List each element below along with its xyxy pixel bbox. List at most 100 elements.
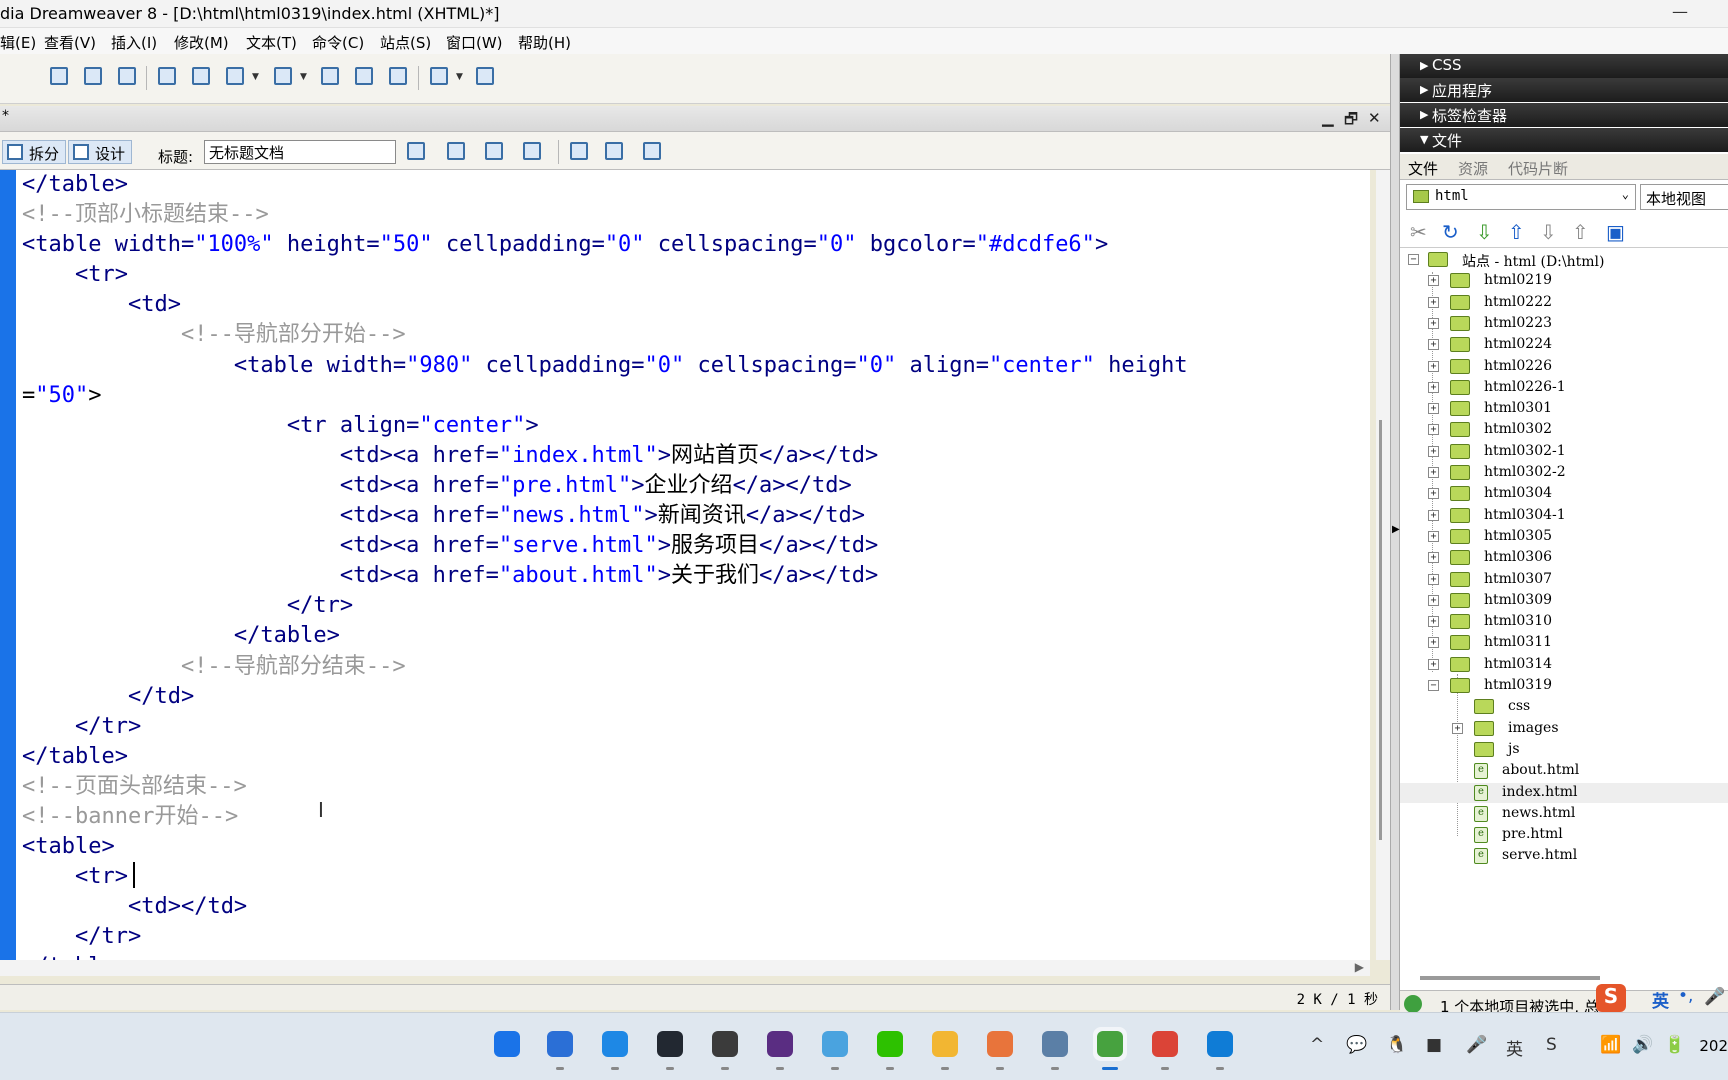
expand-plus-icon[interactable]: +	[1428, 658, 1439, 670]
file-tree-file[interactable]: e pre.html	[1400, 825, 1728, 845]
sogou-tray-icon[interactable]: S	[1546, 1035, 1557, 1055]
editor-horizontal-scrollbar[interactable]: ▶	[0, 960, 1370, 976]
code-line[interactable]: <td><a href="index.html">网站首页</a></td>	[22, 441, 1362, 471]
expand-plus-icon[interactable]: +	[1428, 317, 1439, 329]
menu-view[interactable]: 查看(V)	[44, 32, 96, 53]
expand-panel-icon[interactable]: ▣	[1606, 220, 1625, 244]
expand-plus-icon[interactable]: +	[1428, 509, 1439, 521]
media-dropdown-icon[interactable]: ▼	[300, 72, 307, 82]
menu-modify[interactable]: 修改(M)	[174, 32, 229, 53]
file-tree-folder[interactable]: + images	[1400, 719, 1728, 739]
expand-plus-icon[interactable]: +	[1452, 722, 1463, 734]
file-tree-folder[interactable]: + html0302-2	[1400, 463, 1728, 483]
recorder-tray-icon[interactable]: ■	[1426, 1035, 1442, 1055]
taskbar-copilot-icon[interactable]	[543, 1027, 577, 1070]
taskbar-screenshot-icon[interactable]	[1038, 1027, 1072, 1070]
code-line[interactable]: <table width="100%" height="50" cellpadd…	[22, 230, 1362, 260]
code-line[interactable]: <!--页面头部结束-->	[22, 772, 1362, 802]
media-icon[interactable]	[271, 64, 295, 88]
validate-icon[interactable]	[404, 139, 428, 163]
image-dropdown-icon[interactable]: ▼	[252, 72, 259, 82]
window-minimize-button[interactable]: —	[1672, 2, 1688, 21]
file-tree-folder[interactable]: css	[1400, 697, 1728, 717]
file-tree-file[interactable]: e news.html	[1400, 804, 1728, 824]
tab-assets[interactable]: 资源	[1458, 158, 1488, 179]
collapse-arrow-icon[interactable]: ▶	[1392, 524, 1400, 535]
tab-snippets[interactable]: 代码片断	[1508, 158, 1568, 179]
document-title-input[interactable]	[204, 140, 396, 164]
menu-window[interactable]: 窗口(W)	[446, 32, 503, 53]
menu-edit[interactable]: 辑(E)	[0, 32, 36, 53]
expand-plus-icon[interactable]: +	[1428, 616, 1439, 628]
file-tree-folder[interactable]: + html0307	[1400, 570, 1728, 590]
qq-tray-icon[interactable]: 🐧	[1386, 1035, 1407, 1055]
code-line[interactable]: <!--导航部分开始-->	[22, 320, 1362, 350]
menu-site[interactable]: 站点(S)	[380, 32, 431, 53]
file-tree-folder[interactable]: + html0301	[1400, 399, 1728, 419]
preview-globe-icon[interactable]	[520, 139, 544, 163]
expand-plus-icon[interactable]: +	[1428, 424, 1439, 436]
head-dropdown-icon[interactable]: ▼	[456, 72, 463, 82]
ime-punctuation-toggle[interactable]: •,	[1678, 986, 1693, 1006]
expand-plus-icon[interactable]: +	[1428, 445, 1439, 457]
code-line[interactable]: </td>	[22, 682, 1362, 712]
expand-plus-icon[interactable]: +	[1428, 360, 1439, 372]
code-line[interactable]: </table>	[22, 170, 1362, 200]
file-tree-file[interactable]: e serve.html	[1400, 846, 1728, 866]
taskbar-chrome-icon[interactable]	[1148, 1027, 1182, 1070]
check-out-icon[interactable]: ⇩	[1540, 220, 1557, 244]
expand-plus-icon[interactable]: +	[1428, 403, 1439, 415]
code-line[interactable]: <tr>	[22, 862, 1362, 892]
code-line[interactable]: <td></td>	[22, 892, 1362, 922]
head-icon[interactable]	[427, 64, 451, 88]
panel-group-application[interactable]: ▶ 应用程序	[1400, 78, 1728, 102]
file-tree-site[interactable]: − 站点 - html (D:\html)	[1400, 250, 1728, 270]
file-tree-folder[interactable]: − html0319	[1400, 676, 1728, 696]
debug-browser-icon[interactable]	[444, 139, 468, 163]
code-editor[interactable]: </table> <!--顶部小标题结束--> <table width="100%…	[0, 170, 1370, 960]
code-line[interactable]: <!--顶部小标题结束-->	[22, 200, 1362, 230]
file-tree-folder[interactable]: + html0310	[1400, 612, 1728, 632]
code-line[interactable]: <td>	[22, 290, 1362, 320]
code-line[interactable]: </table>	[22, 742, 1362, 772]
file-tree-folder[interactable]: + html0311	[1400, 633, 1728, 653]
file-tree-file[interactable]: e index.html	[1400, 782, 1728, 803]
file-tree-folder[interactable]: + html0302	[1400, 420, 1728, 440]
expand-plus-icon[interactable]: +	[1428, 637, 1439, 649]
doc-minimize-icon[interactable]: ▁	[1322, 109, 1334, 127]
document-tab-marker[interactable]: *	[2, 108, 9, 124]
split-view-button[interactable]: 拆分	[2, 140, 67, 164]
file-tree-folder[interactable]: + html0305	[1400, 527, 1728, 547]
taskbar-explorer-icon[interactable]	[928, 1027, 962, 1070]
ime-mic-icon[interactable]: 🎤	[1704, 987, 1725, 1007]
taskbar-start-icon[interactable]	[490, 1027, 524, 1061]
file-tree-folder[interactable]: + html0304-1	[1400, 506, 1728, 526]
code-line[interactable]: <tr align="center">	[22, 411, 1362, 441]
taskbar-edge-icon[interactable]	[1203, 1027, 1237, 1070]
menu-text[interactable]: 文本(T)	[246, 32, 297, 53]
taskbar-sublime-icon[interactable]	[708, 1027, 742, 1070]
refresh-icon[interactable]: ↻	[1442, 220, 1459, 244]
code-line[interactable]: <td><a href="news.html">新闻资讯</a></td>	[22, 501, 1362, 531]
scroll-right-icon[interactable]: ▶	[1355, 960, 1364, 974]
file-tree-folder[interactable]: + html0309	[1400, 591, 1728, 611]
panel-splitter[interactable]: ▶	[1390, 54, 1400, 1010]
panel-group-tag-inspector[interactable]: ▶ 标签检查器	[1400, 103, 1728, 127]
layer-icon[interactable]	[189, 64, 213, 88]
get-files-icon[interactable]: ⇩	[1476, 220, 1493, 244]
code-line[interactable]: <td><a href="serve.html">服务项目</a></td>	[22, 531, 1362, 561]
mic-tray-icon[interactable]: 🎤	[1466, 1035, 1487, 1055]
taskbar-phpstorm-icon[interactable]	[763, 1027, 797, 1070]
expand-plus-icon[interactable]: +	[1428, 339, 1439, 351]
menu-commands[interactable]: 命令(C)	[312, 32, 364, 53]
code-line[interactable]: <table>	[22, 832, 1362, 862]
doc-restore-icon[interactable]: 🗗	[1344, 109, 1358, 134]
expand-plus-icon[interactable]: +	[1428, 275, 1439, 287]
code-line[interactable]: </tabl	[22, 952, 1362, 960]
file-tree-folder[interactable]: + html0226-1	[1400, 378, 1728, 398]
menu-help[interactable]: 帮助(H)	[518, 32, 571, 53]
editor-vertical-scrollbar[interactable]	[1376, 170, 1390, 960]
panel-group-css[interactable]: ▶ CSS	[1400, 54, 1728, 78]
ime-mode-toggle[interactable]: 英	[1652, 987, 1669, 1012]
file-management-icon[interactable]	[482, 139, 506, 163]
